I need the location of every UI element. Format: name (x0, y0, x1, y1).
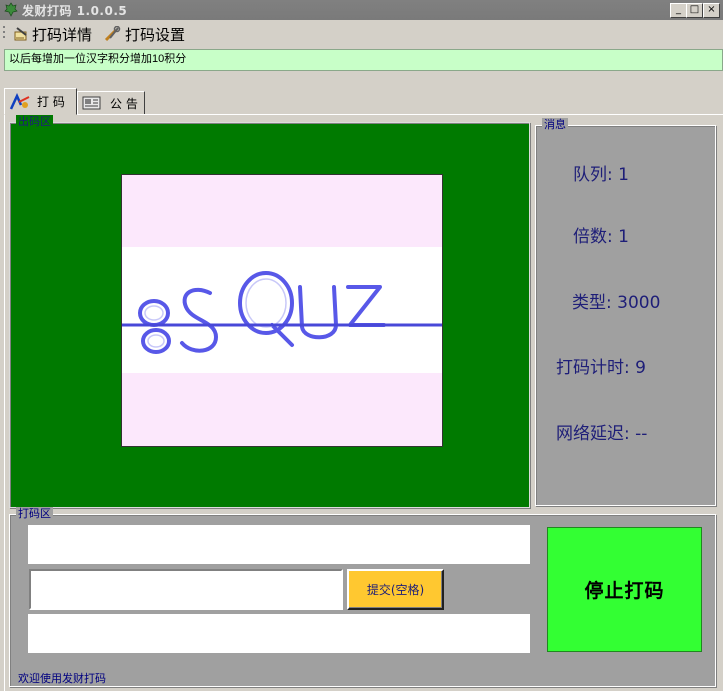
timer-readout: 打码计时: 9 (556, 358, 646, 378)
captcha-graphic (122, 175, 442, 446)
window-title: 发财打码 1.0.0.5 (22, 4, 128, 18)
type-readout: 类型: 3000 (572, 293, 661, 313)
notice-bar: 以后每增加一位汉字积分增加10积分 (4, 49, 723, 71)
minimize-button[interactable]: _ (670, 3, 687, 18)
menu-details-label: 打码详情 (32, 25, 93, 44)
menu-settings-label: 打码设置 (125, 25, 186, 44)
code-input[interactable] (29, 569, 343, 610)
stop-button[interactable]: 停止打码 (547, 527, 702, 652)
menu-details[interactable]: 打码详情 (13, 24, 92, 44)
status-text: 欢迎使用发财打码 (18, 672, 106, 685)
tab-dama-icon (9, 92, 30, 110)
close-button[interactable]: × (703, 3, 720, 18)
document-pen-icon (14, 27, 27, 41)
latency-readout: 网络延迟: -- (556, 424, 648, 444)
tab-dama-label: 打 码 (37, 95, 65, 109)
captcha-image (121, 174, 443, 447)
info-box-bottom (28, 614, 530, 653)
message-area: 消息 队列: 1 倍数: 1 类型: 3000 打码计时: 9 网络延迟: -- (535, 118, 716, 506)
tab-dama[interactable]: 打 码 (4, 88, 77, 115)
info-box-top (28, 525, 530, 564)
grip-icon (3, 26, 5, 38)
app-icon (4, 2, 18, 17)
input-area-label: 打码区 (16, 507, 53, 521)
maximize-button[interactable]: □ (686, 3, 703, 18)
input-area: 打码区 提交(空格) 停止打码 欢迎使用发财打码 (9, 507, 716, 687)
menu-bar: 打码详情 打码设置 (0, 21, 723, 47)
submit-button[interactable]: 提交(空格) (347, 569, 444, 610)
multiplier-readout: 倍数: 1 (573, 227, 629, 247)
menu-settings[interactable]: 打码设置 (104, 24, 185, 44)
tools-icon (104, 26, 121, 42)
title-bar: 发财打码 1.0.0.5 _ □ × (0, 0, 723, 20)
output-area-label: 出码区 (16, 115, 53, 129)
output-area: 出码区 (9, 115, 530, 508)
queue-readout: 队列: 1 (573, 165, 629, 185)
newspaper-icon (82, 96, 101, 110)
message-area-label: 消息 (542, 118, 568, 132)
tab-announcement[interactable]: 公 告 (77, 91, 145, 115)
tab-announcement-label: 公 告 (110, 96, 138, 111)
